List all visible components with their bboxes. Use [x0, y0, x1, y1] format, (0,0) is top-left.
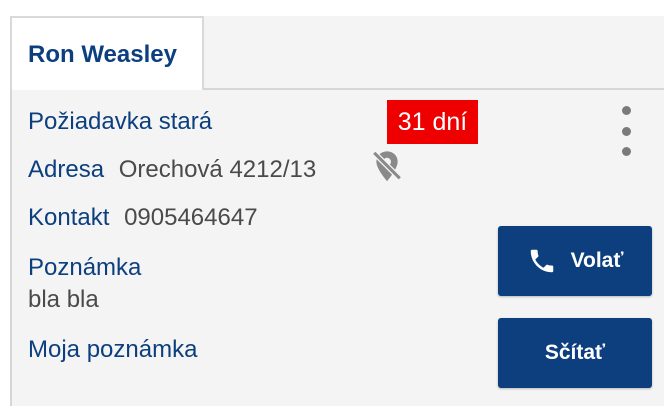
count-button[interactable]: Sčítať [498, 318, 652, 388]
request-age-label: Požiadavka stará [28, 108, 213, 135]
contact-label: Kontakt [28, 204, 110, 231]
customer-card: Požiadavka stará 31 dní Adresa Orechová … [10, 90, 664, 406]
my-note-row: Moja poznámka [28, 336, 197, 364]
address-value: Orechová 4212/13 [118, 156, 317, 183]
phone-icon [530, 249, 553, 273]
tab-customer[interactable]: Ron Weasley [10, 16, 204, 92]
call-button-label: Volať [570, 249, 624, 272]
tab-bar: Ron Weasley [10, 16, 664, 92]
request-age-row: Požiadavka stará [28, 108, 212, 136]
age-badge: 31 dní [387, 100, 478, 144]
address-row: Adresa Orechová 4212/13 [28, 156, 316, 184]
my-note-label: Moja poznámka [28, 336, 198, 363]
contact-row: Kontakt 0905464647 [28, 204, 258, 232]
tab-label: Ron Weasley [28, 41, 177, 68]
location-off-icon[interactable] [370, 148, 404, 186]
contact-value: 0905464647 [124, 204, 258, 231]
customer-detail-view: Ron Weasley Požiadavka stará 31 dní Adre… [0, 0, 664, 406]
note-value: bla bla [28, 286, 99, 313]
more-vertical-icon[interactable] [616, 106, 636, 156]
address-label: Adresa [28, 156, 105, 183]
call-button[interactable]: Volať [498, 226, 652, 296]
note-label: Poznámka [28, 254, 142, 281]
note-label-row: Poznámka [28, 254, 141, 282]
count-button-label: Sčítať [544, 341, 606, 364]
note-value-row: bla bla [28, 286, 99, 314]
